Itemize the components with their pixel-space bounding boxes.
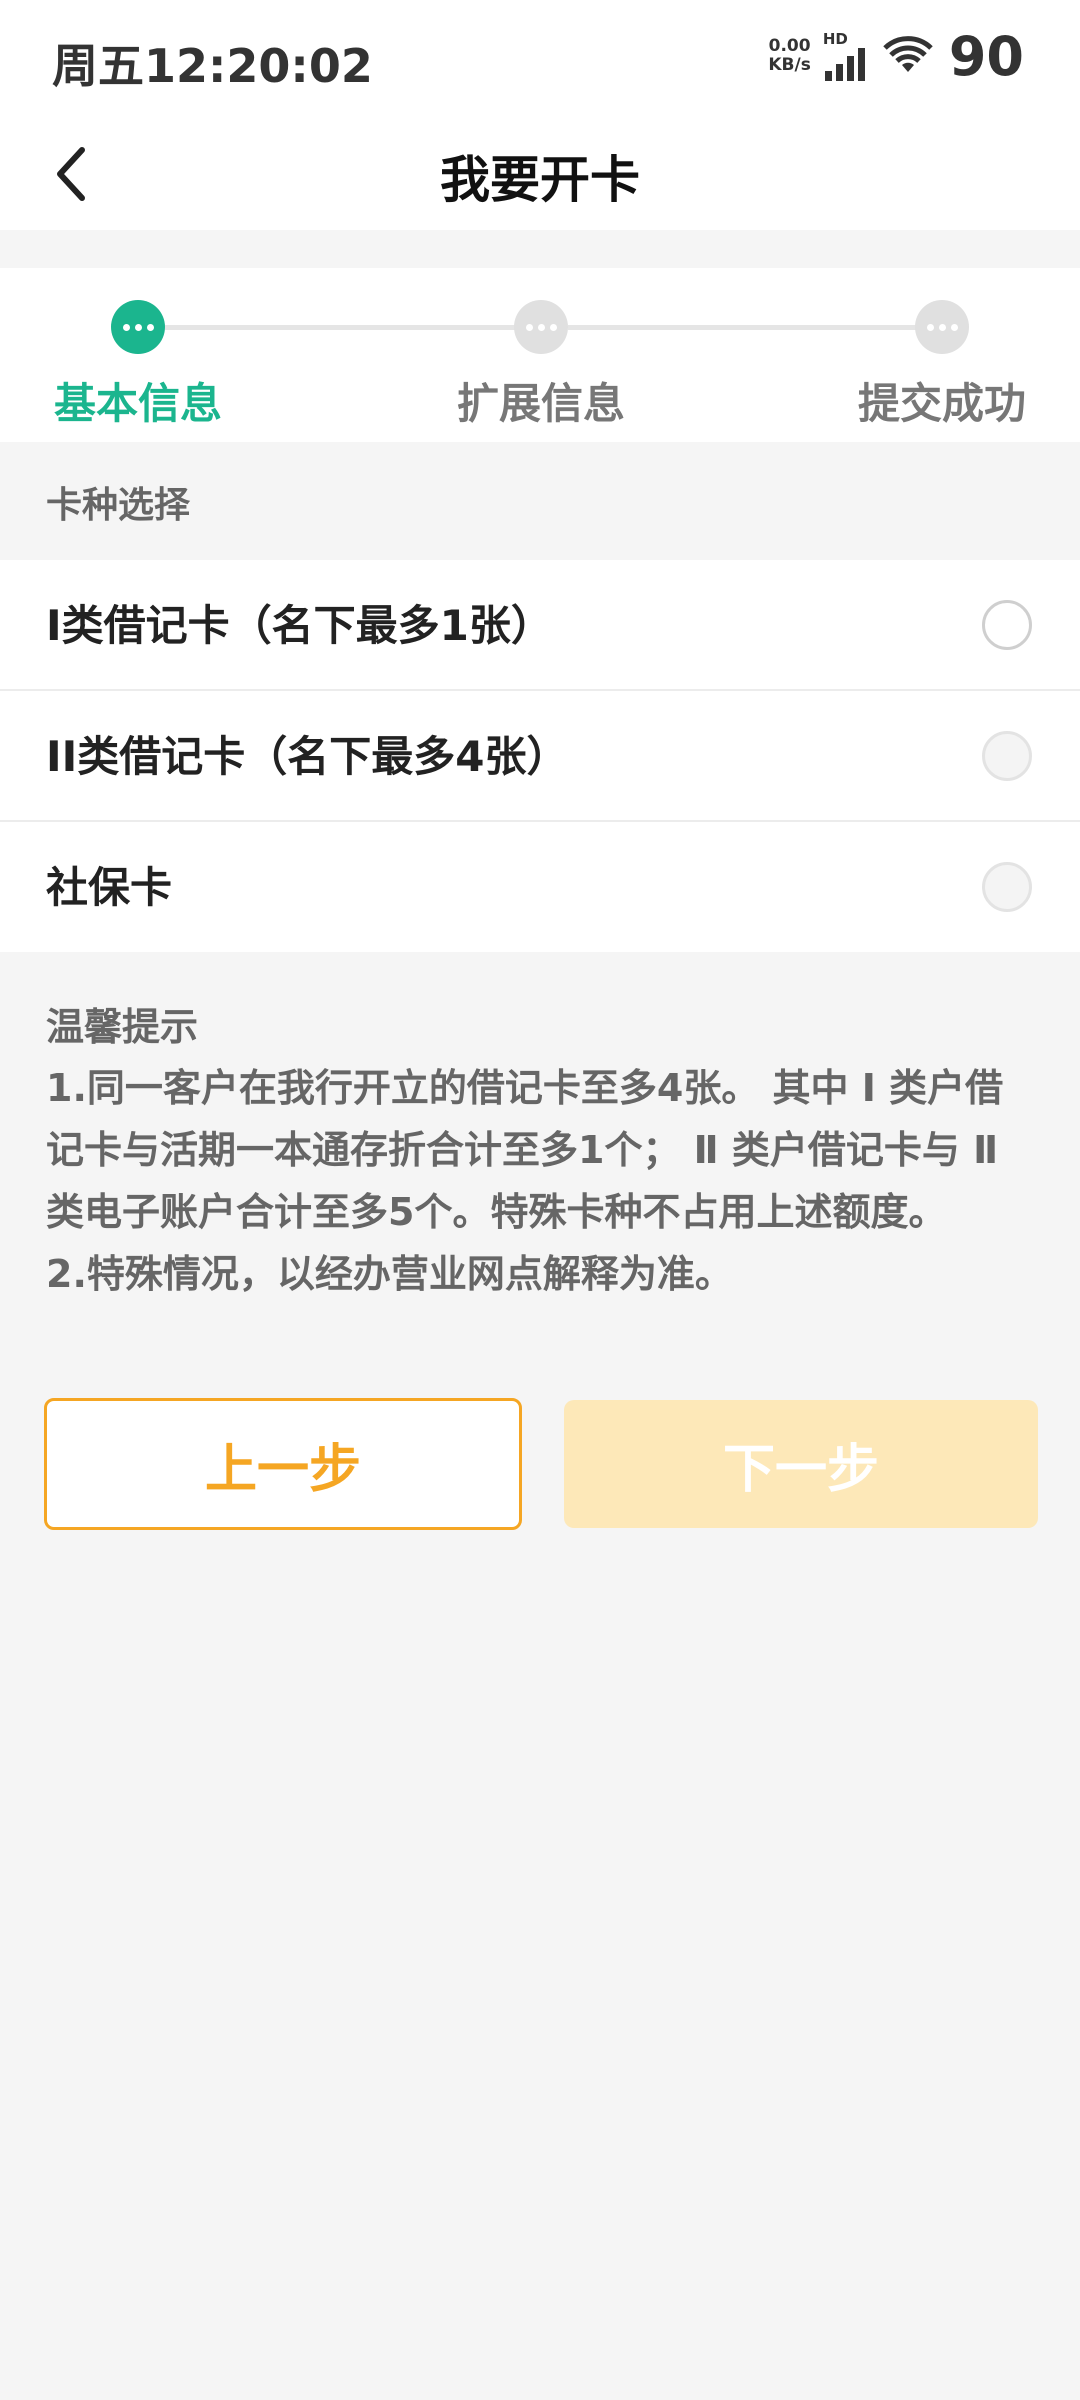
previous-step-button[interactable]: 上一步 <box>44 1398 522 1530</box>
status-time: 周五12:20:02 <box>52 39 373 93</box>
more-dots-icon <box>525 323 557 331</box>
section-title: 卡种选择 <box>46 485 191 526</box>
more-dots-icon <box>926 323 958 331</box>
hd-label: HD <box>822 29 848 48</box>
signal-icon: HD <box>822 29 871 81</box>
tips-title: 温馨提示 <box>46 1005 199 1049</box>
radio-button[interactable] <box>982 862 1032 912</box>
step-label-submit-success: 提交成功 <box>857 379 1026 428</box>
step-dot-submit-success <box>915 300 969 354</box>
tips-line: 1.同一客户在我行开立的借记卡至多4张。 其中 Ⅰ 类户借 <box>46 1066 1004 1110</box>
card-option-type1[interactable]: I类借记卡（名下最多1张） <box>0 560 1080 691</box>
card-option-type2[interactable]: II类借记卡（名下最多4张） <box>0 691 1080 822</box>
card-type-list: I类借记卡（名下最多1张） II类借记卡（名下最多4张） 社保卡 <box>0 560 1080 952</box>
wifi-icon <box>883 36 933 72</box>
card-option-label: 社保卡 <box>46 863 173 912</box>
step-connector <box>165 325 515 330</box>
next-step-button[interactable]: 下一步 <box>564 1400 1038 1528</box>
status-icons: 0.00 KB/s HD 90 <box>768 24 1024 88</box>
battery-level: 90 <box>948 24 1024 88</box>
radio-button[interactable] <box>982 600 1032 650</box>
step-indicator: 基本信息 扩展信息 提交成功 <box>0 268 1080 442</box>
step-connector <box>568 325 918 330</box>
card-option-social-security[interactable]: 社保卡 <box>0 822 1080 953</box>
nav-bar: 我要开卡 <box>0 118 1080 230</box>
radio-button[interactable] <box>982 731 1032 781</box>
tips-line: 类电子账户合计至多5个。特殊卡种不占用上述额度。 <box>46 1190 947 1234</box>
network-speed: 0.00 KB/s <box>768 37 810 75</box>
card-option-label: I类借记卡（名下最多1张） <box>46 601 553 650</box>
status-bar: 周五12:20:02 0.00 KB/s HD 90 <box>0 0 1080 118</box>
card-option-label: II类借记卡（名下最多4张） <box>46 732 569 781</box>
section-header: 卡种选择 <box>0 442 1080 560</box>
step-dot-extended-info <box>514 300 568 354</box>
tips-section: 温馨提示 1.同一客户在我行开立的借记卡至多4张。 其中 Ⅰ 类户借 记卡与活期… <box>46 996 1041 1305</box>
step-label-extended-info: 扩展信息 <box>456 379 625 428</box>
step-label-basic-info: 基本信息 <box>53 379 222 428</box>
step-dot-basic-info <box>111 300 165 354</box>
network-speed-unit: KB/s <box>768 55 811 75</box>
network-speed-value: 0.00 <box>768 36 811 56</box>
more-dots-icon <box>122 323 154 331</box>
tips-line: 2.特殊情况，以经办营业网点解释为准。 <box>46 1252 733 1296</box>
tips-line: 记卡与活期一本通存折合计至多1个； Ⅱ 类户借记卡与 Ⅱ <box>46 1128 999 1172</box>
page-title: 我要开卡 <box>440 151 640 209</box>
